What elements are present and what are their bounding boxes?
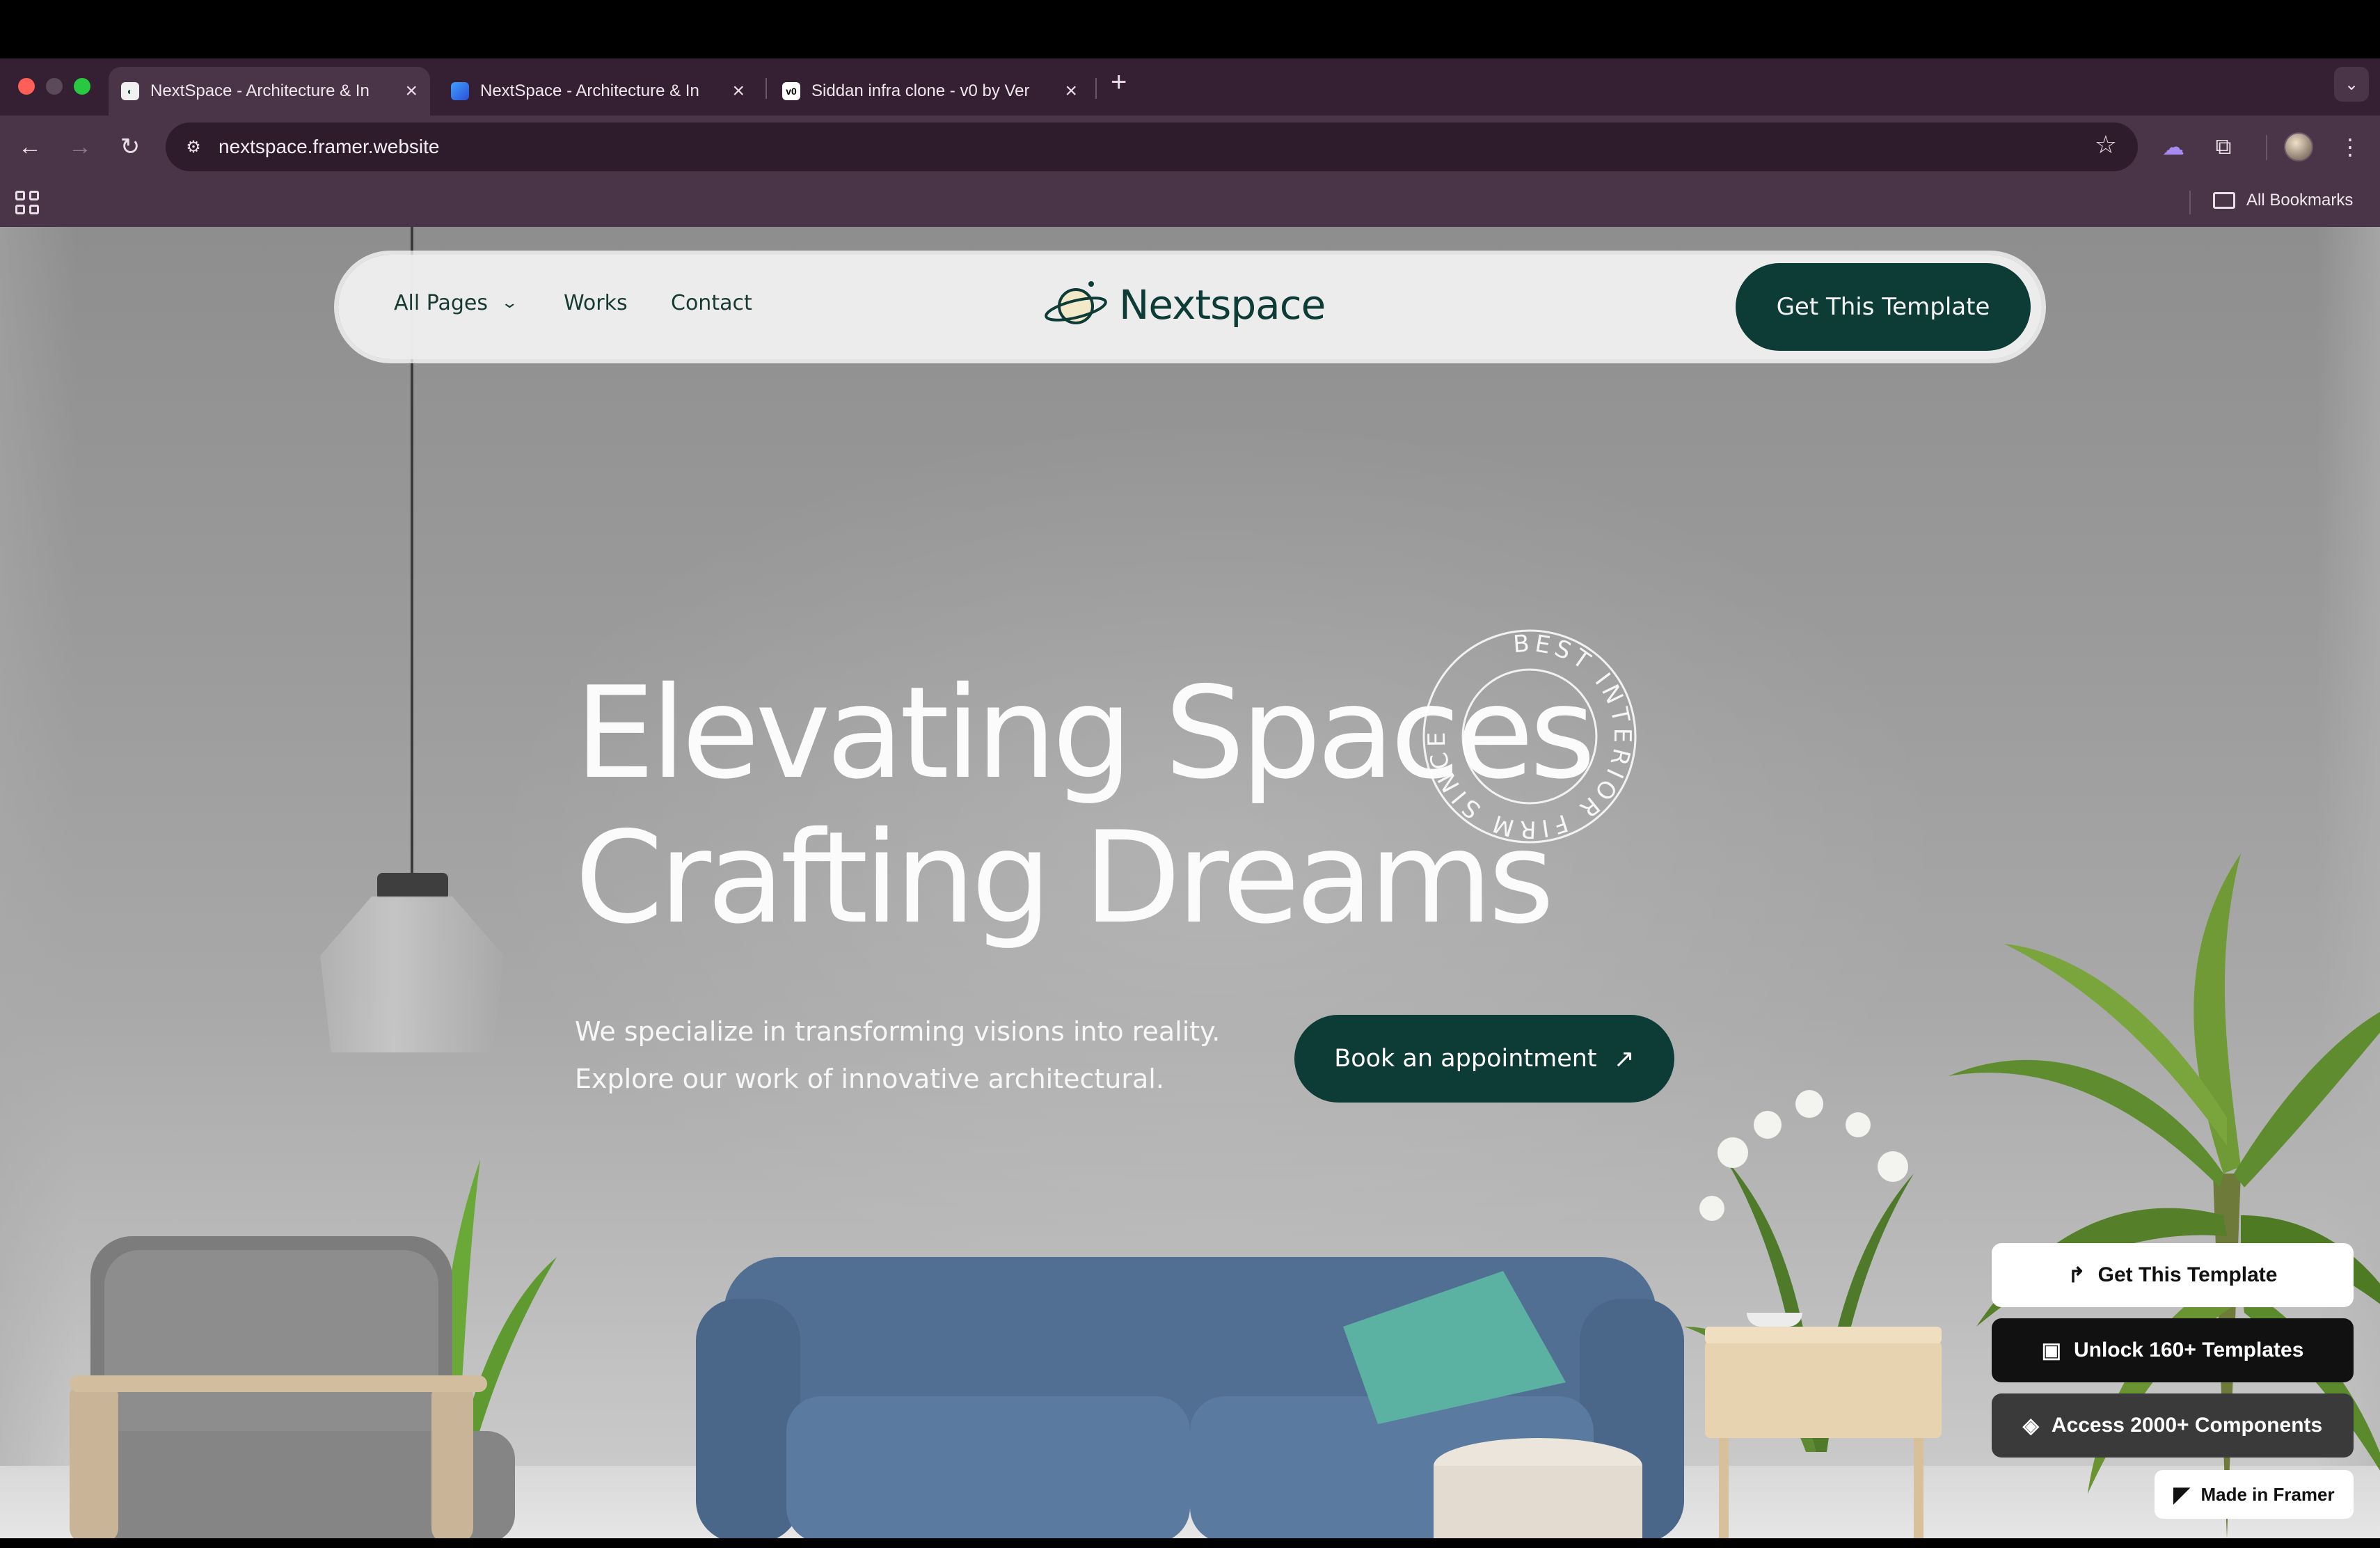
- tab-siddan[interactable]: v0 Siddan infra clone - v0 by Ver ×: [770, 67, 1090, 116]
- made-in-framer-badge[interactable]: ◤ Made in Framer: [2155, 1470, 2354, 1519]
- bookmarks-bar: [0, 178, 2380, 227]
- site-settings-icon[interactable]: ⚙: [180, 133, 207, 161]
- nextspace-favicon-icon: ◐: [121, 82, 139, 100]
- brand-name: Nextspace: [1119, 281, 1326, 329]
- close-window-button[interactable]: [18, 78, 35, 95]
- address-bar[interactable]: ⚙ nextspace.framer.website ☆: [166, 123, 2138, 171]
- nav-works-link[interactable]: Works: [564, 291, 628, 315]
- best-interior-firm-badge: BEST INTERIOR FIRM SINCE 92 ·: [1420, 626, 1637, 844]
- tab-close-icon[interactable]: ×: [732, 81, 745, 102]
- tab-separator: [1095, 78, 1097, 99]
- brand-logo[interactable]: Nextspace: [1042, 277, 1326, 333]
- framer-get-template-label: Get This Template: [2097, 1263, 2278, 1286]
- reload-icon[interactable]: ↻: [113, 129, 148, 164]
- cube-favicon-icon: [451, 82, 469, 100]
- tab-title: Siddan infra clone - v0 by Ver: [811, 81, 1030, 100]
- framer-logo-icon: ◤: [2173, 1483, 2190, 1506]
- layout-template-icon: ▣: [2041, 1338, 2061, 1362]
- pendant-lamp-cap: [377, 873, 448, 898]
- bookmark-star-icon[interactable]: ☆: [2095, 132, 2117, 157]
- fullscreen-window-button[interactable]: [74, 78, 90, 95]
- framer-access-components-button[interactable]: ◈ Access 2000+ Components: [1992, 1393, 2354, 1458]
- pouf: [1434, 1438, 1642, 1538]
- tab-search-chevron-icon[interactable]: ⌄: [2334, 67, 2369, 102]
- nav-contact-link[interactable]: Contact: [671, 291, 752, 315]
- tab-close-icon[interactable]: ×: [1065, 81, 1077, 102]
- back-arrow-icon[interactable]: ←: [13, 129, 47, 164]
- framer-unlock-templates-button[interactable]: ▣ Unlock 160+ Templates: [1992, 1318, 2354, 1382]
- nav-all-pages-dropdown[interactable]: All Pages ⌄: [394, 291, 519, 315]
- new-tab-plus-icon[interactable]: +: [1111, 68, 1127, 96]
- framer-get-template-button[interactable]: ↱ Get This Template: [1992, 1243, 2354, 1307]
- all-bookmarks-button[interactable]: All Bookmarks: [2213, 191, 2353, 210]
- framer-components-label: Access 2000+ Components: [2051, 1414, 2323, 1437]
- made-in-framer-label: Made in Framer: [2200, 1483, 2335, 1505]
- nav-all-pages-label: All Pages: [394, 291, 488, 315]
- bookmarks-divider: [2189, 191, 2191, 214]
- tab-title: NextSpace - Architecture & In: [150, 81, 370, 100]
- arrow-up-right-icon: ↗: [1613, 1044, 1635, 1073]
- extension-cloud-icon[interactable]: ☁: [2157, 131, 2189, 163]
- minimize-window-button[interactable]: [46, 78, 63, 95]
- hero-subtitle-line-1: We specialize in transforming visions in…: [575, 1016, 1221, 1047]
- tab-nextspace-1[interactable]: ◐ NextSpace - Architecture & In ×: [109, 67, 430, 116]
- v0-favicon-icon: v0: [782, 82, 800, 100]
- tab-close-icon[interactable]: ×: [405, 81, 418, 102]
- book-appointment-button[interactable]: Book an appointment ↗: [1294, 1015, 1674, 1103]
- forward-arrow-icon[interactable]: →: [63, 129, 97, 164]
- os-top-bar: [0, 0, 2380, 58]
- tab-title: NextSpace - Architecture & In: [480, 81, 699, 100]
- planet-logo-icon: [1045, 281, 1107, 324]
- armchair: [70, 1236, 515, 1538]
- side-table: [1705, 1313, 1942, 1538]
- apps-grid-icon[interactable]: [15, 191, 39, 214]
- menu-kebab-icon[interactable]: ⋮: [2334, 131, 2366, 163]
- toolbar-divider: [2266, 135, 2267, 160]
- extensions-puzzle-icon[interactable]: ⧉: [2207, 131, 2239, 163]
- folder-icon: [2213, 192, 2235, 209]
- url-text: nextspace.framer.website: [219, 136, 440, 157]
- get-template-nav-button[interactable]: Get This Template: [1736, 263, 2031, 351]
- all-bookmarks-label: All Bookmarks: [2246, 191, 2354, 210]
- tab-separator: [765, 78, 767, 99]
- book-appointment-label: Book an appointment: [1334, 1045, 1597, 1073]
- share-arrow-icon: ↱: [2068, 1263, 2086, 1287]
- hero-subtitle-line-2: Explore our work of innovative architect…: [575, 1064, 1164, 1094]
- framer-unlock-label: Unlock 160+ Templates: [2073, 1338, 2304, 1361]
- profile-avatar[interactable]: [2284, 132, 2313, 161]
- layers-icon: ◈: [2022, 1414, 2039, 1437]
- chevron-down-icon: ⌄: [500, 294, 519, 312]
- hero-heading-line-2: Crafting Dreams: [575, 804, 1555, 951]
- tab-nextspace-2[interactable]: NextSpace - Architecture & In ×: [438, 67, 757, 116]
